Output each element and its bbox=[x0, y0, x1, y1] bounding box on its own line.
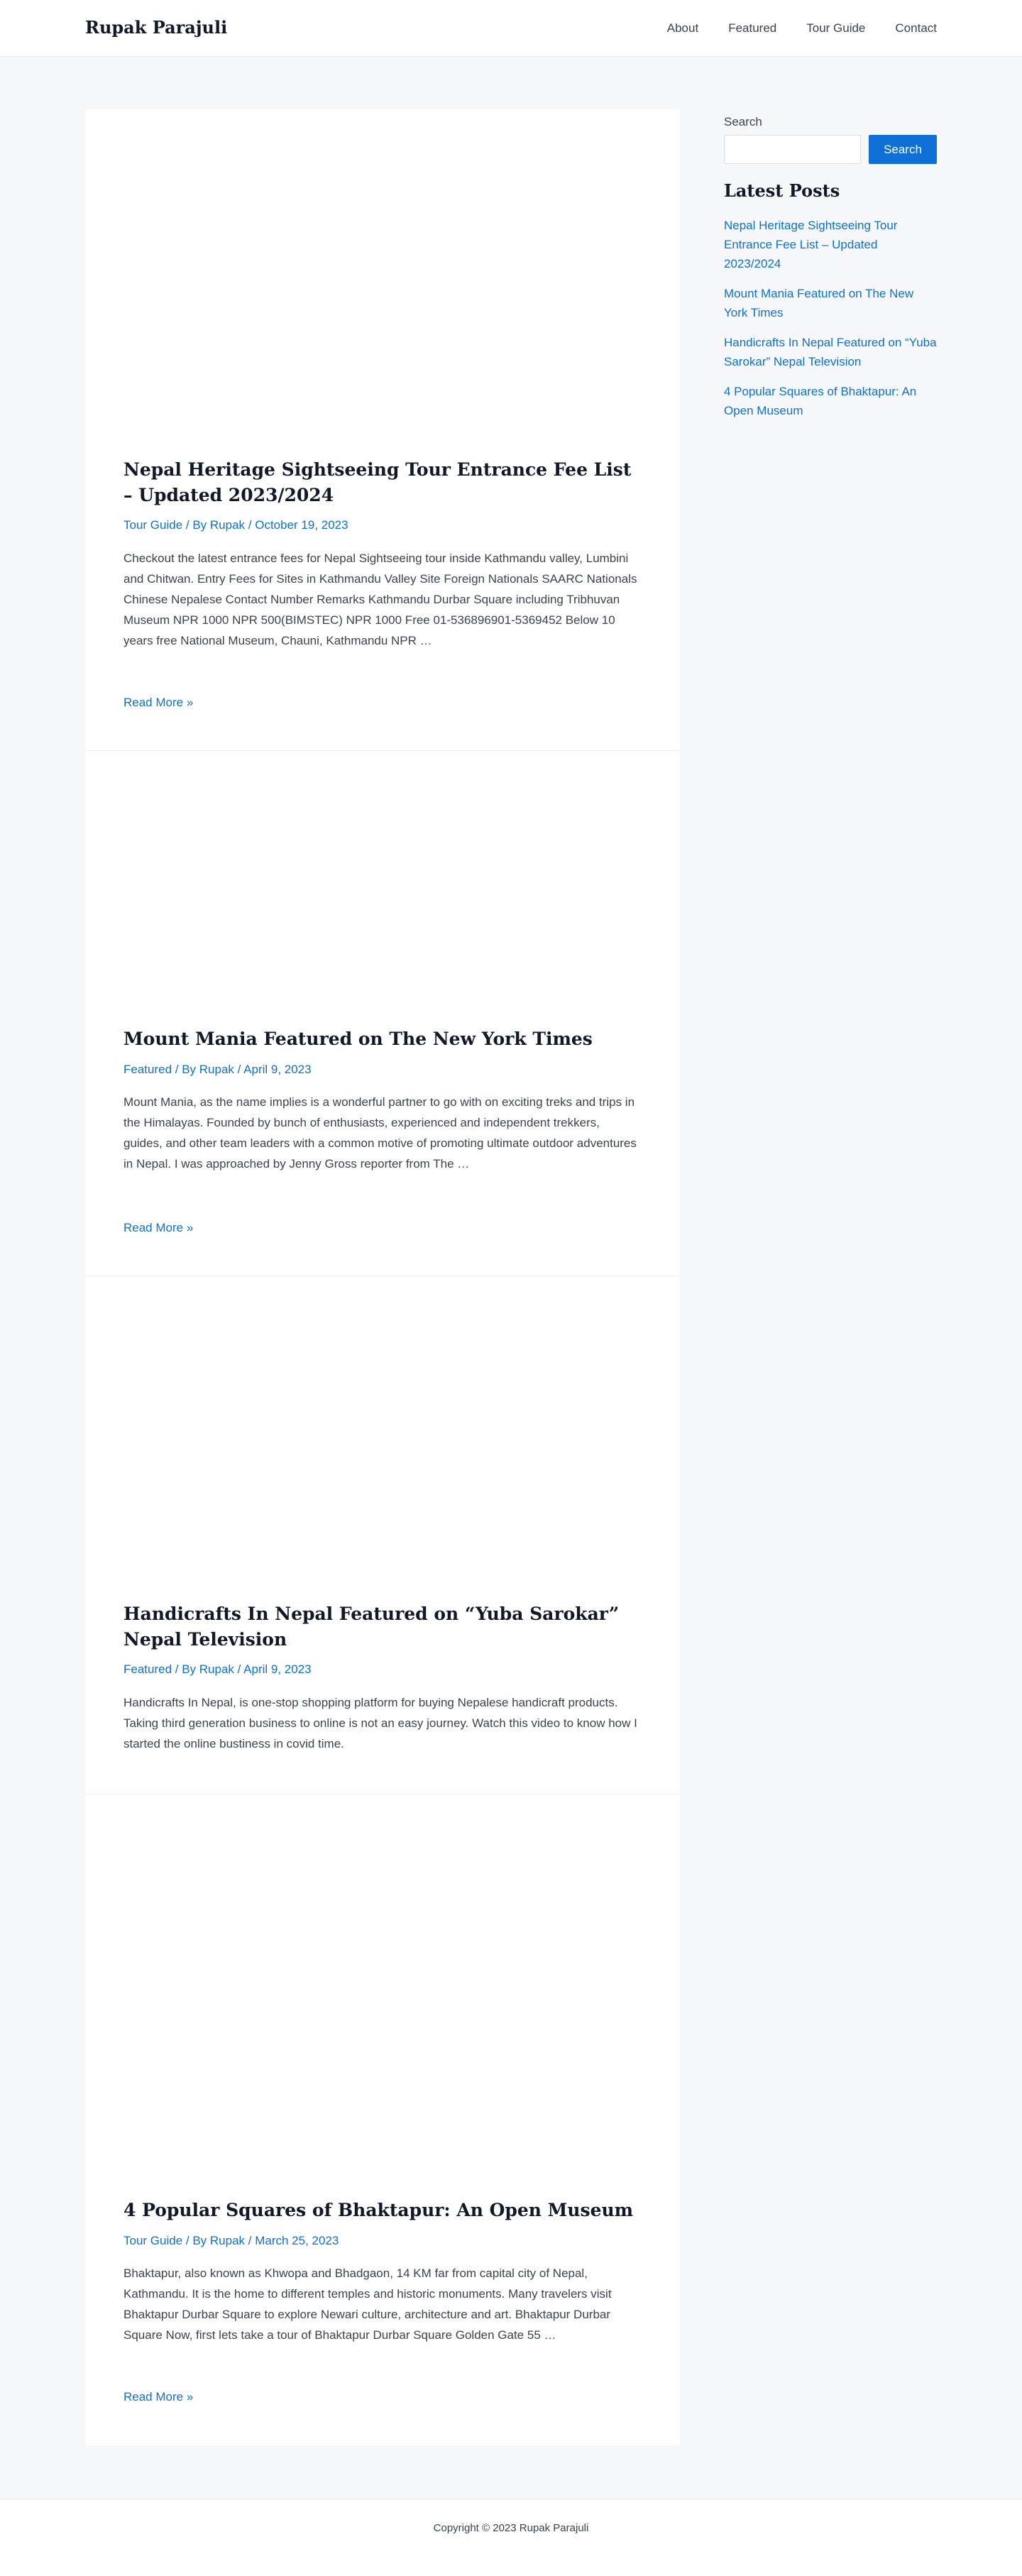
post-category-link[interactable]: Featured bbox=[123, 1063, 172, 1076]
copyright-text: Copyright © 2023 Rupak Parajuli bbox=[433, 2522, 589, 2534]
post-title-link[interactable]: Mount Mania Featured on The New York Tim… bbox=[123, 1026, 642, 1052]
meta-by: By bbox=[182, 1662, 199, 1676]
search-input[interactable] bbox=[724, 135, 861, 164]
post-category-link[interactable]: Featured bbox=[123, 1662, 172, 1676]
post-card: Handicrafts In Nepal Featured on “Yuba S… bbox=[85, 1276, 680, 1794]
latest-post-link[interactable]: Nepal Heritage Sightseeing Tour Entrance… bbox=[724, 216, 937, 273]
post-date: April 9, 2023 bbox=[243, 1063, 312, 1076]
post-featured-image-area bbox=[85, 1794, 680, 2192]
meta-separator: / bbox=[182, 518, 193, 532]
latest-post-link[interactable]: Mount Mania Featured on The New York Tim… bbox=[724, 284, 937, 322]
post-category-link[interactable]: Tour Guide bbox=[123, 518, 182, 532]
post-author-link[interactable]: Rupak bbox=[199, 1063, 234, 1076]
post-author-link[interactable]: Rupak bbox=[210, 518, 245, 532]
post-category-link[interactable]: Tour Guide bbox=[123, 2234, 182, 2247]
meta-separator: / bbox=[172, 1063, 182, 1076]
post-excerpt: Mount Mania, as the name implies is a wo… bbox=[123, 1095, 637, 1171]
read-more-link[interactable]: Read More » bbox=[123, 1220, 193, 1237]
primary-nav: About Featured Tour Guide Contact bbox=[637, 0, 937, 57]
latest-post-link[interactable]: Handicrafts In Nepal Featured on “Yuba S… bbox=[724, 333, 937, 371]
post-excerpt: Bhaktapur, also known as Khwopa and Bhad… bbox=[123, 2267, 612, 2342]
meta-separator: / bbox=[233, 1662, 244, 1676]
meta-separator: / bbox=[172, 1662, 182, 1676]
site-footer: Copyright © 2023 Rupak Parajuli bbox=[0, 2499, 1022, 2576]
nav-item-tour-guide[interactable]: Tour Guide bbox=[806, 0, 865, 57]
meta-by: By bbox=[182, 1063, 199, 1076]
meta-by: By bbox=[192, 2234, 210, 2247]
search-label: Search bbox=[724, 115, 762, 128]
meta-by: By bbox=[192, 518, 210, 532]
post-card: Mount Mania Featured on The New York Tim… bbox=[85, 750, 680, 1276]
post-meta: Tour Guide / By Rupak / March 25, 2023 bbox=[123, 2232, 339, 2249]
post-meta: Tour Guide / By Rupak / October 19, 2023 bbox=[123, 517, 348, 534]
latest-post-link[interactable]: 4 Popular Squares of Bhaktapur: An Open … bbox=[724, 382, 937, 420]
post-featured-image-area bbox=[85, 1276, 680, 1589]
nav-item-featured[interactable]: Featured bbox=[728, 0, 776, 57]
latest-posts-heading: Latest Posts bbox=[724, 180, 840, 201]
post-meta: Featured / By Rupak / April 9, 2023 bbox=[123, 1661, 312, 1678]
site-title-link[interactable]: Rupak Parajuli bbox=[85, 16, 227, 40]
nav-item-contact[interactable]: Contact bbox=[895, 0, 937, 57]
meta-separator: / bbox=[182, 2234, 193, 2247]
read-more-link[interactable]: Read More » bbox=[123, 2389, 193, 2406]
post-meta: Featured / By Rupak / April 9, 2023 bbox=[123, 1061, 312, 1078]
post-date: March 25, 2023 bbox=[255, 2234, 339, 2247]
post-date: October 19, 2023 bbox=[255, 518, 348, 532]
post-featured-image-area bbox=[85, 109, 680, 443]
post-title-link[interactable]: Nepal Heritage Sightseeing Tour Entrance… bbox=[123, 457, 642, 508]
site-header: Rupak Parajuli About Featured Tour Guide… bbox=[0, 0, 1022, 57]
post-author-link[interactable]: Rupak bbox=[210, 2234, 245, 2247]
post-title-link[interactable]: 4 Popular Squares of Bhaktapur: An Open … bbox=[123, 2198, 642, 2223]
meta-separator: / bbox=[233, 1063, 244, 1076]
latest-posts-list: Nepal Heritage Sightseeing Tour Entrance… bbox=[724, 216, 937, 431]
meta-separator: / bbox=[245, 2234, 256, 2247]
post-featured-image-area bbox=[85, 751, 680, 1021]
search-button[interactable]: Search bbox=[869, 135, 937, 164]
meta-separator: / bbox=[245, 518, 256, 532]
read-more-link[interactable]: Read More » bbox=[123, 694, 193, 711]
post-title-link[interactable]: Handicrafts In Nepal Featured on “Yuba S… bbox=[123, 1601, 642, 1653]
post-excerpt: Checkout the latest entrance fees for Ne… bbox=[123, 552, 637, 647]
post-author-link[interactable]: Rupak bbox=[199, 1662, 234, 1676]
post-date: April 9, 2023 bbox=[243, 1662, 312, 1676]
nav-item-about[interactable]: About bbox=[667, 0, 698, 57]
post-excerpt: Handicrafts In Nepal, is one-stop shoppi… bbox=[123, 1696, 637, 1750]
post-card: 4 Popular Squares of Bhaktapur: An Open … bbox=[85, 1794, 680, 2445]
post-card: Nepal Heritage Sightseeing Tour Entrance… bbox=[85, 109, 680, 750]
